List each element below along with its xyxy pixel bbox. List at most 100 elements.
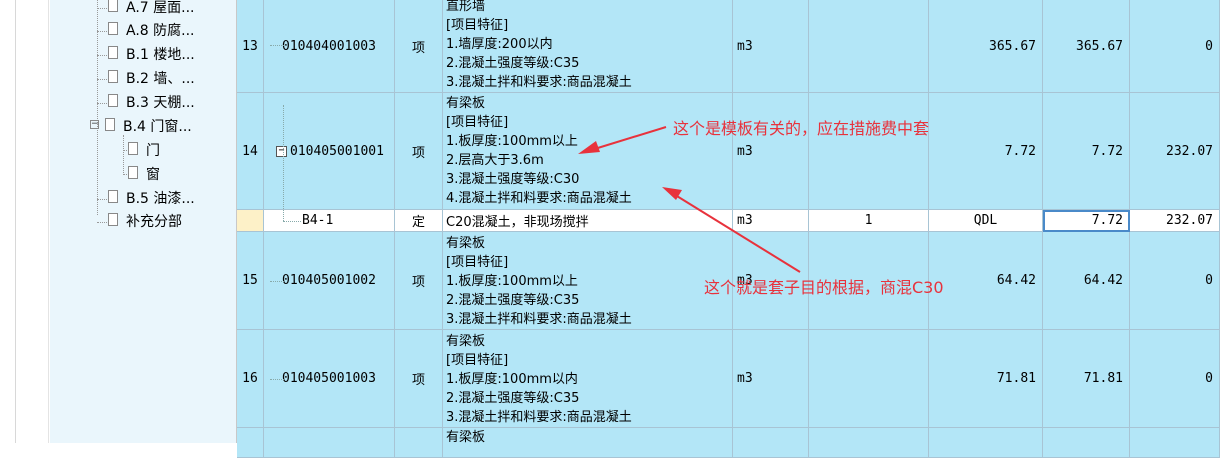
document-icon	[108, 93, 118, 107]
tree-item-b2[interactable]: B.2 墙、...	[108, 68, 195, 90]
row-index: 14	[237, 93, 264, 210]
item-type: 项	[395, 0, 443, 93]
desc-line: 4.混凝土拌和料要求:商品混凝土	[446, 191, 632, 206]
item-code[interactable]	[264, 428, 395, 458]
tree-item-label: 窗	[146, 167, 160, 183]
item-factor[interactable]: 1	[809, 210, 929, 232]
item-type: 定	[395, 210, 443, 232]
row-index: 16	[237, 330, 264, 428]
table-row[interactable]: B4-1 定 C20混凝土，非现场搅拌 m3 1 QDL 7.72 232.07	[237, 210, 1220, 232]
item-description[interactable]: 有梁板 [项目特征] 1.板厚度:100mm以上 2.层高大于3.6m 3.混凝…	[443, 93, 733, 210]
row-index: 13	[237, 0, 264, 93]
tree-item-door[interactable]: 门	[128, 140, 160, 162]
item-qty[interactable]: 71.81	[1043, 330, 1130, 428]
desc-line: 3.混凝土拌和料要求:商品混凝土	[446, 75, 632, 90]
desc-line: 3.混凝土强度等级:C30	[446, 172, 580, 187]
desc-line: 1.墙厚度:200以内	[446, 37, 553, 52]
desc-line: 有梁板	[446, 96, 486, 111]
tree-item-label: 补充分部	[126, 214, 182, 230]
tree-item-b1[interactable]: B.1 楼地...	[108, 44, 195, 66]
table-row[interactable]: 13 010404001003 项 直形墙 [项目特征] 1.墙厚度:200以内…	[237, 0, 1220, 93]
desc-line: [项目特征]	[446, 18, 509, 33]
item-type	[395, 428, 443, 458]
row-index	[237, 210, 264, 232]
item-unit[interactable]	[733, 428, 809, 458]
desc-line: 2.层高大于3.6m	[446, 153, 544, 168]
item-unit[interactable]: m3	[733, 0, 809, 93]
tree-item-supplement[interactable]: 补充分部	[108, 211, 182, 233]
item-code-text: 010404001003	[282, 38, 376, 54]
tree-item-label: B.4 门窗...	[123, 119, 192, 135]
tree-item-label: B.5 油漆...	[126, 191, 195, 207]
tree-item-label: A.7 屋面...	[126, 0, 195, 16]
item-price[interactable]: 0	[1130, 232, 1220, 330]
item-description[interactable]: 直形墙 [项目特征] 1.墙厚度:200以内 2.混凝土强度等级:C35 3.混…	[443, 0, 733, 93]
item-qty[interactable]: 64.42	[1043, 232, 1130, 330]
item-qty-expr[interactable]: 7.72	[929, 93, 1043, 210]
item-qty-expr[interactable]: 64.42	[929, 232, 1043, 330]
tree-item-b5[interactable]: B.5 油漆...	[108, 188, 195, 210]
annotation-note-basis: 这个就是套子目的根据，商混C30	[704, 278, 944, 297]
desc-line: 有梁板	[446, 236, 486, 251]
row-index	[237, 428, 264, 458]
quota-description[interactable]: C20混凝土，非现场搅拌	[443, 210, 733, 232]
item-factor[interactable]	[809, 330, 929, 428]
tree-item-a7[interactable]: A.7 屋面...	[108, 0, 195, 19]
tree-item-b3[interactable]: B.3 天棚...	[108, 92, 195, 114]
item-code-text: 010405001002	[282, 273, 376, 288]
desc-line: 直形墙	[446, 0, 486, 14]
desc-line: 1.板厚度:100mm以内	[446, 372, 578, 387]
desc-line: [项目特征]	[446, 255, 509, 270]
item-factor[interactable]	[809, 93, 929, 210]
item-qty[interactable]: 365.67	[1043, 0, 1130, 93]
item-description[interactable]: 有梁板 [项目特征] 1.板厚度:100mm以上 2.混凝土强度等级:C35 3…	[443, 232, 733, 330]
tree-item-window[interactable]: 窗	[128, 164, 160, 186]
item-price[interactable]: 232.07	[1130, 210, 1220, 232]
item-description[interactable]: 有梁板	[443, 428, 733, 458]
left-gutter	[0, 0, 50, 443]
item-price[interactable]: 0	[1130, 0, 1220, 93]
table-row[interactable]: 14 −010405001001 项 有梁板 [项目特征] 1.板厚度:100m…	[237, 93, 1220, 210]
item-factor[interactable]	[809, 0, 929, 93]
item-qty-expr[interactable]: QDL	[929, 210, 1043, 232]
gutter-divider-2	[48, 0, 49, 443]
desc-line: [项目特征]	[446, 353, 509, 368]
tree-item-a8[interactable]: A.8 防腐...	[108, 20, 195, 42]
item-code[interactable]: 010404001003	[264, 0, 395, 93]
desc-line: 1.板厚度:100mm以上	[446, 274, 578, 289]
tree-item-label: B.3 天棚...	[126, 95, 195, 111]
row-index: 15	[237, 232, 264, 330]
item-price[interactable]: 0	[1130, 330, 1220, 428]
item-qty-expr[interactable]: 71.81	[929, 330, 1043, 428]
item-qty[interactable]: 7.72	[1043, 210, 1130, 232]
table-row[interactable]: 16 010405001003 项 有梁板 [项目特征] 1.板厚度:100mm…	[237, 330, 1220, 428]
item-code-text: 010405001003	[282, 371, 376, 386]
document-icon	[108, 45, 118, 59]
item-qty-expr[interactable]: 365.67	[929, 0, 1043, 93]
tree-item-label: A.8 防腐...	[126, 23, 195, 39]
item-price[interactable]	[1130, 428, 1220, 458]
item-unit[interactable]: m3	[733, 330, 809, 428]
document-icon	[128, 141, 138, 155]
item-price[interactable]: 232.07	[1130, 93, 1220, 210]
item-unit[interactable]: m3	[733, 93, 809, 210]
document-icon	[128, 165, 138, 179]
item-qty[interactable]: 7.72	[1043, 93, 1130, 210]
collapse-icon[interactable]: −	[90, 119, 99, 129]
quota-code-text: B4-1	[302, 213, 334, 228]
tree-item-label: B.2 墙、...	[126, 71, 195, 87]
document-icon	[108, 0, 118, 12]
item-factor[interactable]	[809, 428, 929, 458]
item-unit[interactable]: m3	[733, 210, 809, 232]
item-code-text: 010405001001	[290, 143, 384, 159]
gutter-divider	[15, 0, 16, 443]
collapse-icon[interactable]: −	[276, 145, 287, 157]
desc-line: 有梁板	[446, 430, 486, 445]
item-qty[interactable]	[1043, 428, 1130, 458]
tree-item-b4[interactable]: − B.4 门窗...	[90, 116, 192, 138]
table-row[interactable]: 有梁板	[237, 428, 1220, 458]
desc-line: 2.混凝土强度等级:C35	[446, 391, 580, 406]
item-qty-expr[interactable]	[929, 428, 1043, 458]
document-icon	[108, 69, 118, 83]
item-description[interactable]: 有梁板 [项目特征] 1.板厚度:100mm以内 2.混凝土强度等级:C35 3…	[443, 330, 733, 428]
